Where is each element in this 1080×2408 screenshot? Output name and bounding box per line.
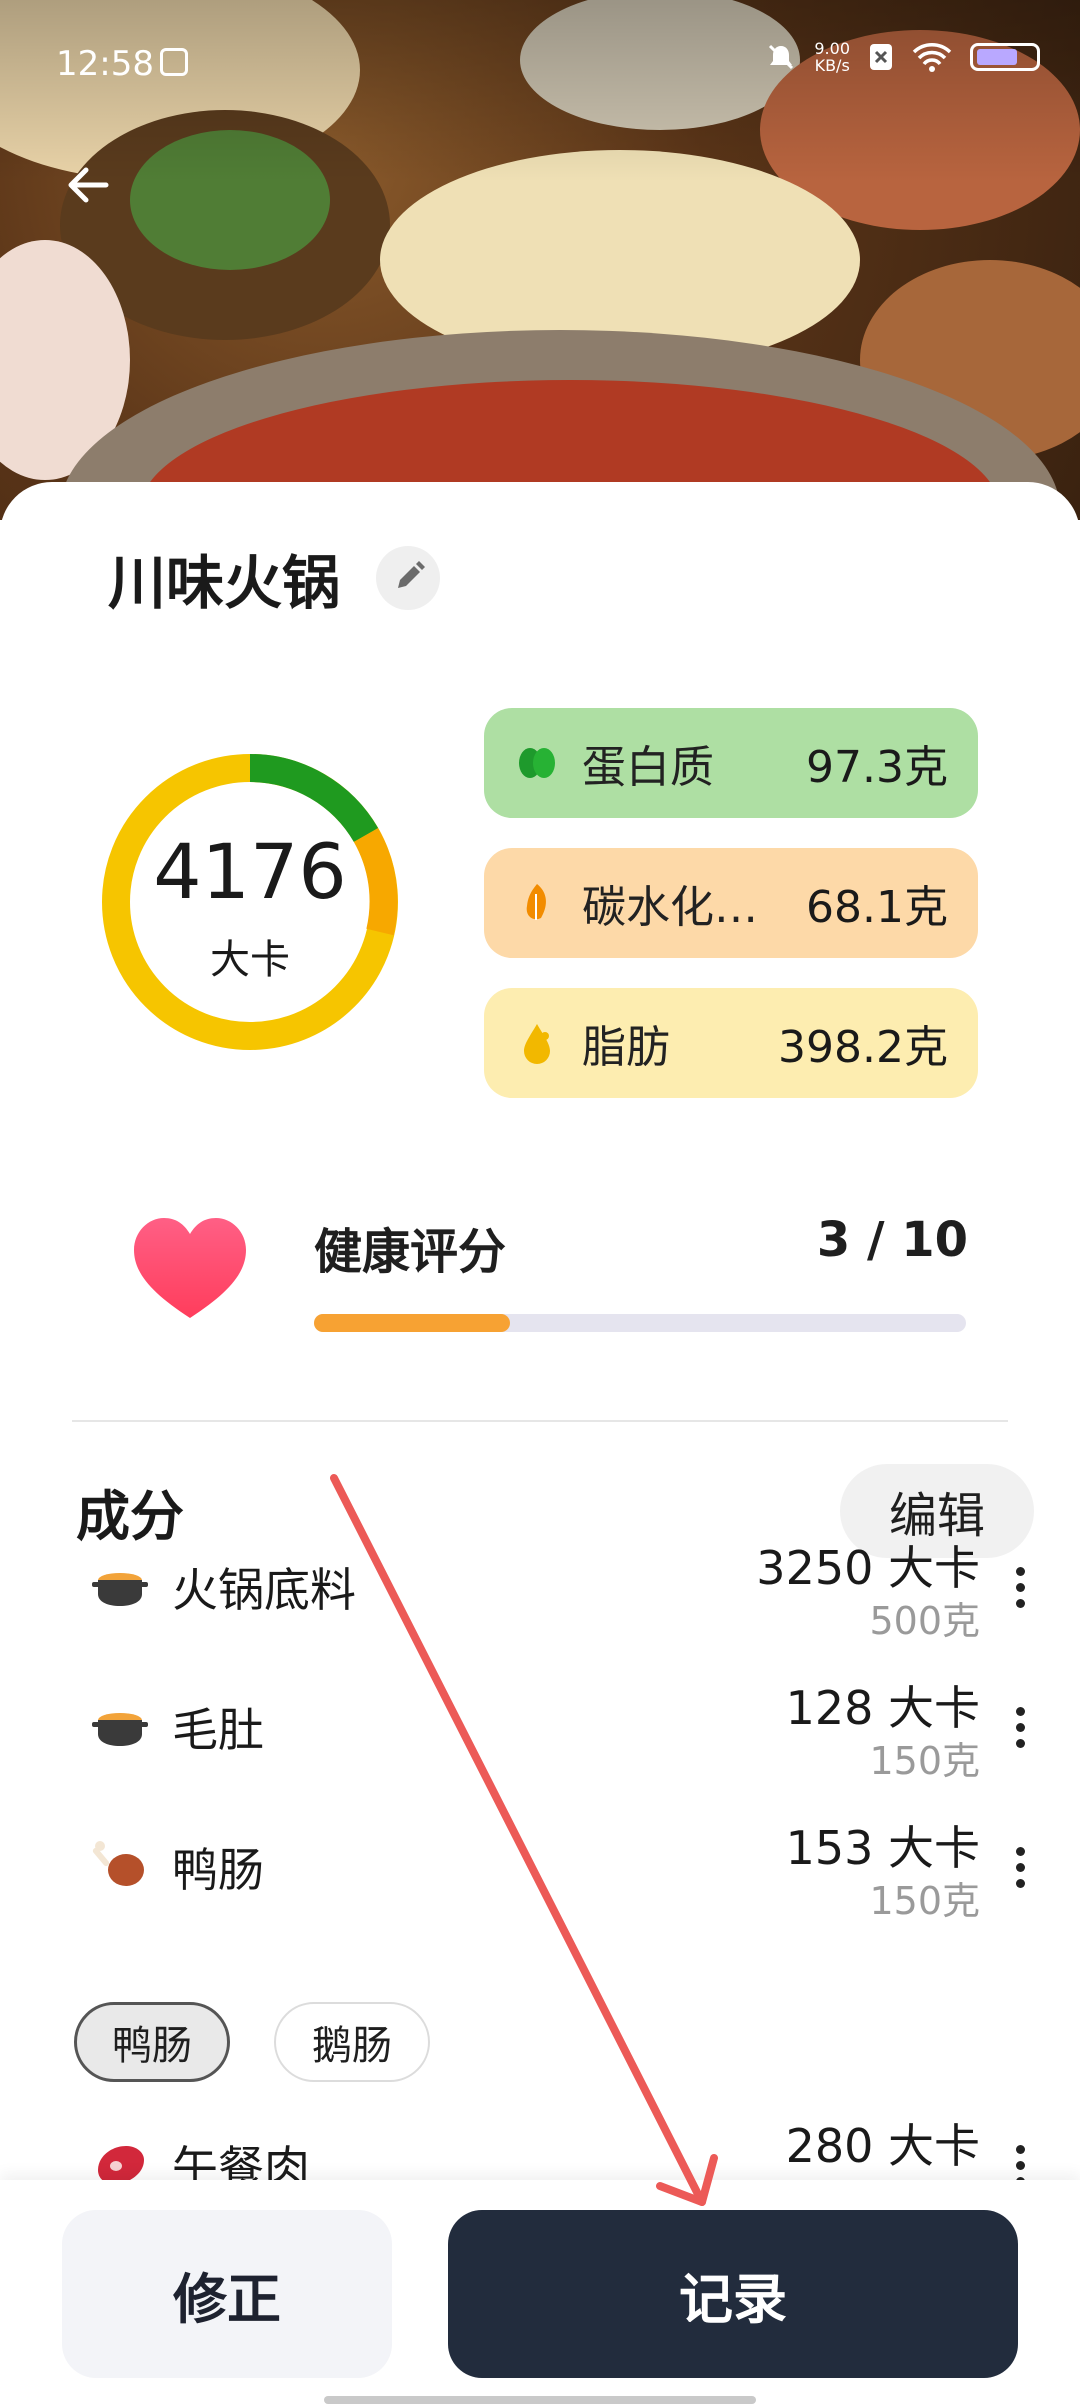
ingredient-kcal: 280 大卡 [785, 2119, 980, 2173]
ingredient-name: 火锅底料 [172, 1563, 356, 1617]
sim-icon [160, 48, 188, 76]
no-sim-icon [870, 44, 892, 70]
more-options-icon[interactable] [1008, 1700, 1032, 1772]
network-speed: 9.00 KB/s [814, 40, 850, 74]
home-indicator[interactable] [324, 2396, 756, 2404]
drumstick-icon [92, 1841, 144, 1886]
net-speed-value: 9.00 [814, 39, 850, 58]
health-score-bar [314, 1314, 966, 1332]
health-score-value: 3 / 10 [816, 1212, 968, 1268]
variant-tag[interactable]: 鹅肠 [274, 2002, 430, 2082]
pencil-icon [398, 561, 425, 588]
fix-button[interactable]: 修正 [62, 2210, 392, 2378]
calories-value: 4176 [153, 827, 347, 916]
status-time: 12:58 [56, 44, 154, 84]
macro-fat-label: 脂肪 [582, 1022, 670, 1073]
pot-icon [92, 1573, 148, 1606]
wheat-icon [526, 884, 546, 920]
macro-protein-value: 97.3克 [806, 742, 948, 793]
pot-icon [92, 1713, 148, 1746]
ingredient-weight: 500克 [869, 1599, 980, 1643]
mute-icon [769, 44, 794, 70]
ingredient-row[interactable]: 鸭肠 153 大卡 150克 [0, 1812, 1080, 1923]
droplet-icon [524, 1024, 550, 1064]
health-score-fill [314, 1314, 510, 1332]
heart-icon [134, 1218, 246, 1318]
bean-icon [519, 748, 555, 778]
record-button[interactable]: 记录 [448, 2210, 1018, 2378]
calories-unit: 大卡 [210, 937, 290, 983]
ingredient-kcal: 3250 大卡 [756, 1541, 980, 1595]
macro-fat-value: 398.2克 [778, 1022, 948, 1073]
divider [72, 1420, 1008, 1422]
more-options-icon[interactable] [1008, 1840, 1032, 1912]
ingredient-row[interactable]: 火锅底料 3250 大卡 500克 [0, 1532, 1080, 1643]
ingredient-kcal: 153 大卡 [785, 1821, 980, 1875]
back-arrow-icon[interactable] [54, 150, 124, 220]
ingredient-row[interactable]: 毛肚 128 大卡 150克 [0, 1672, 1080, 1783]
macro-fat: 脂肪 398.2克 [484, 988, 978, 1098]
ingredient-kcal: 128 大卡 [785, 1681, 980, 1735]
ingredient-weight: 150克 [869, 1739, 980, 1783]
macro-carbs-label: 碳水化… [582, 882, 758, 933]
macro-carbs-value: 68.1克 [806, 882, 948, 933]
battery-icon [970, 43, 1040, 71]
edit-title-button[interactable] [376, 546, 440, 610]
variant-tag-selected[interactable]: 鸭肠 [74, 2002, 230, 2082]
more-options-icon[interactable] [1008, 1560, 1032, 1632]
ingredient-weight: 150克 [869, 1879, 980, 1923]
ingredient-name: 鸭肠 [172, 1843, 264, 1897]
macro-protein: 蛋白质 97.3克 [484, 708, 978, 818]
net-speed-unit: KB/s [814, 56, 850, 75]
wifi-icon [912, 43, 952, 72]
food-detail-sheet: 川味火锅 4176 大卡 蛋白质 97.3克 碳水化… 68.1克 脂肪 398… [0, 482, 1080, 2408]
food-title: 川味火锅 [108, 549, 341, 617]
macro-carbs: 碳水化… 68.1克 [484, 848, 978, 958]
health-score-label: 健康评分 [314, 1224, 507, 1280]
status-bar: 12:58 9.00 KB/s [0, 40, 1080, 90]
macro-protein-label: 蛋白质 [582, 742, 714, 793]
bottom-action-bar: 修正 记录 [0, 2180, 1080, 2408]
ingredient-name: 毛肚 [172, 1703, 264, 1757]
